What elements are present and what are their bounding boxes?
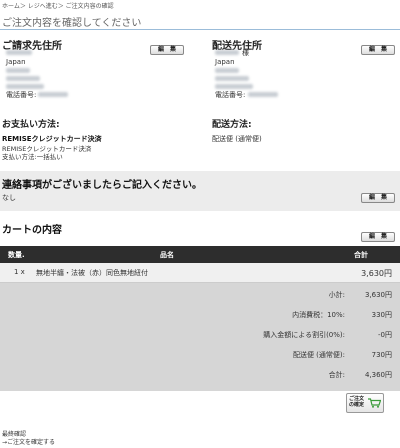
billing-country: Japan xyxy=(6,58,26,66)
summary-row: 小計: 3,630円 xyxy=(0,286,400,304)
billing-phone-label: 電話番号: xyxy=(6,91,37,99)
summary-value: 330円 xyxy=(371,311,392,319)
cart-summary: 小計: 3,630円 内消費税：10%: 330円 購入金額による割引(0%):… xyxy=(0,283,400,391)
summary-label: 内消費税：10%: xyxy=(292,311,345,319)
shipping-phone-label: 電話番号: xyxy=(215,91,246,99)
billing-address-redacted xyxy=(6,76,40,81)
notice-value: なし xyxy=(2,194,16,202)
summary-value: -0円 xyxy=(378,331,392,339)
column-total: 合計 xyxy=(354,251,368,259)
summary-label: 小計: xyxy=(328,291,345,299)
shipping-address-redacted xyxy=(215,68,239,73)
payment-heading: お支払い方法: xyxy=(2,120,60,130)
edit-notice-button[interactable]: 編 集 xyxy=(361,193,395,203)
billing-address-redacted xyxy=(6,68,30,73)
item-total: 3,630円 xyxy=(361,269,392,278)
cart-table-header: 数量. 品名 合計 xyxy=(0,246,400,263)
edit-cart-button[interactable]: 編 集 xyxy=(361,232,395,242)
edit-billing-button[interactable]: 編 集 xyxy=(150,45,184,55)
summary-value: 3,630円 xyxy=(364,291,392,299)
breadcrumb[interactable]: ホーム＞ レジへ進む＞ ご注文内容の確認 xyxy=(2,1,114,10)
shipping-honorific: 様 xyxy=(242,49,249,57)
shipping-name-redacted xyxy=(215,50,239,55)
shipping-phone-redacted xyxy=(248,92,278,97)
shipping-address-redacted xyxy=(215,76,249,81)
column-name: 品名 xyxy=(160,251,174,259)
table-row: 1 x 無地半纏・法被（赤）同色無地紐付 3,630円 xyxy=(0,263,400,283)
summary-row: 配送便 (通常便): 730円 xyxy=(0,346,400,364)
summary-row: 購入金額による割引(0%): -0円 xyxy=(0,326,400,344)
summary-row: 内消費税：10%: 330円 xyxy=(0,306,400,324)
summary-row: 合計: 4,360円 xyxy=(0,366,400,384)
column-qty: 数量. xyxy=(8,251,25,259)
summary-label: 合計: xyxy=(328,371,345,379)
item-qty: 1 x xyxy=(14,268,25,276)
billing-address-redacted xyxy=(6,84,44,89)
confirm-order-button[interactable]: ご注文 の確定 xyxy=(346,393,384,413)
billing-phone-redacted xyxy=(38,92,68,97)
edit-shipping-button[interactable]: 編 集 xyxy=(361,45,395,55)
delivery-method: 配送便 (通常便) xyxy=(212,135,262,143)
shipping-address-redacted xyxy=(215,84,253,89)
billing-name-redacted xyxy=(6,50,32,55)
summary-label: 配送便 (通常便): xyxy=(292,351,345,359)
notice-heading: 連絡事項がございましたらご記入ください。 xyxy=(2,180,202,191)
summary-label: 購入金額による割引(0%): xyxy=(263,331,345,339)
payment-option: 支払い方法:一括払い xyxy=(2,153,63,161)
summary-value: 730円 xyxy=(371,351,392,359)
title-divider xyxy=(0,29,400,30)
shopping-cart-icon xyxy=(368,398,381,408)
footer-confirm-text: →ご注文を確定する xyxy=(2,439,56,446)
delivery-heading: 配送方法: xyxy=(212,120,252,130)
shipping-country: Japan xyxy=(215,58,235,66)
summary-value: 4,360円 xyxy=(364,371,392,379)
item-name[interactable]: 無地半纏・法被（赤）同色無地紐付 xyxy=(36,268,148,278)
page-title: ご注文内容を確認してください xyxy=(2,18,142,29)
cart-heading: カートの内容 xyxy=(2,225,62,236)
